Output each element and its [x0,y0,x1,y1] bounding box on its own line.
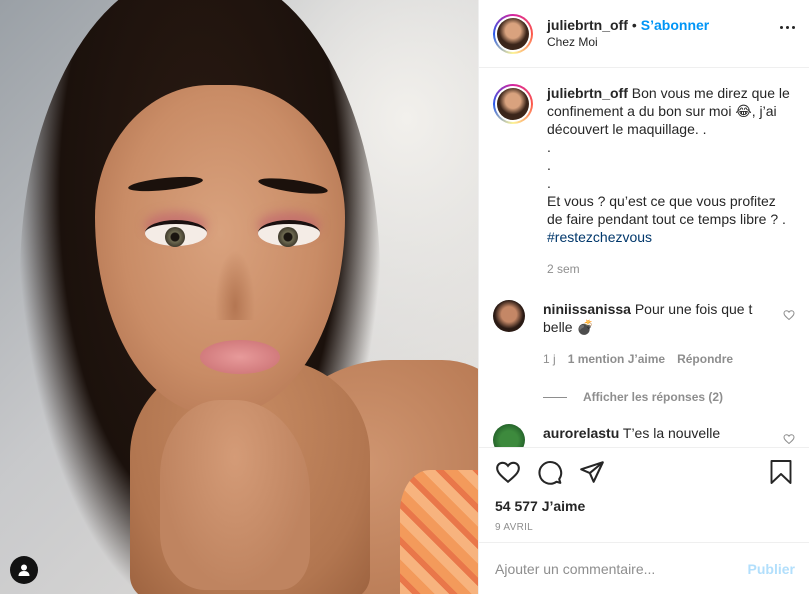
post-date: 9 avril [495,522,534,533]
caption-username[interactable]: juliebrtn_off [547,85,628,101]
photo-dress [400,470,478,594]
comment-item: niniissanissa Pour une fois que t belle … [493,300,795,368]
comments-section[interactable]: juliebrtn_off Bon vous me direz que le c… [479,68,809,447]
reply-button[interactable]: Répondre [677,350,733,368]
share-icon[interactable] [579,459,605,485]
photo-eye-right [258,220,320,247]
view-replies-label: Afficher les réponses (2) [583,390,724,404]
comment-avatar[interactable] [493,424,525,447]
avatar[interactable] [493,13,533,54]
follow-button[interactable]: S’abonner [641,17,709,34]
header-username[interactable]: juliebrtn_off [547,17,628,34]
caption-avatar[interactable] [493,84,533,124]
comment-username[interactable]: aurorelastu [543,425,619,441]
comment-like-heart-icon[interactable] [783,432,795,447]
photo-lips [200,340,280,374]
comment-item: aurorelastu T’es la nouvelle [493,424,795,447]
user-tag-icon[interactable] [10,556,38,584]
likes-count[interactable]: 54 577 J’aime [495,498,793,514]
post-side-panel: juliebrtn_off • S’abonner Chez Moi julie… [478,0,809,594]
hashtag-link[interactable]: #restezchezvous [547,228,795,246]
comment-username[interactable]: niniissanissa [543,301,631,317]
heart-icon[interactable] [495,459,521,485]
separator-dot: • [631,16,637,33]
caption-question: Et vous ? qu’est ce que vous profitez de… [547,193,786,227]
caption: juliebrtn_off Bon vous me direz que le c… [493,84,795,278]
add-comment-bar: Publier [479,542,809,594]
caption-dot-1: . [547,139,551,155]
caption-dot-2: . [547,157,551,173]
comment-input[interactable] [495,560,748,577]
comment-like-heart-icon[interactable] [783,308,795,324]
caption-dot-3: . [547,175,551,191]
comment-text: T’es la nouvelle [622,425,721,441]
photo-eye-left [145,220,207,247]
more-icon[interactable] [780,26,795,29]
comment-likes[interactable]: 1 mention J’aime [568,350,665,368]
comment-time: 1 j [543,352,556,366]
post-header: juliebrtn_off • S’abonner Chez Moi [479,0,809,68]
bookmark-icon[interactable] [769,459,793,485]
post-actions: 54 577 J’aime 9 avril [479,447,809,542]
post-photo[interactable] [0,0,478,594]
publish-button[interactable]: Publier [748,561,795,577]
replies-line [543,396,567,398]
caption-time: 2 sem [547,262,580,276]
view-replies-button[interactable]: Afficher les réponses (2) [543,390,795,404]
instagram-post: juliebrtn_off • S’abonner Chez Moi julie… [0,0,809,594]
comment-avatar[interactable] [493,300,525,332]
photo-nose [215,250,255,320]
location-link[interactable]: Chez Moi [547,34,709,51]
photo-hand [160,400,310,590]
comment-icon[interactable] [537,459,563,485]
